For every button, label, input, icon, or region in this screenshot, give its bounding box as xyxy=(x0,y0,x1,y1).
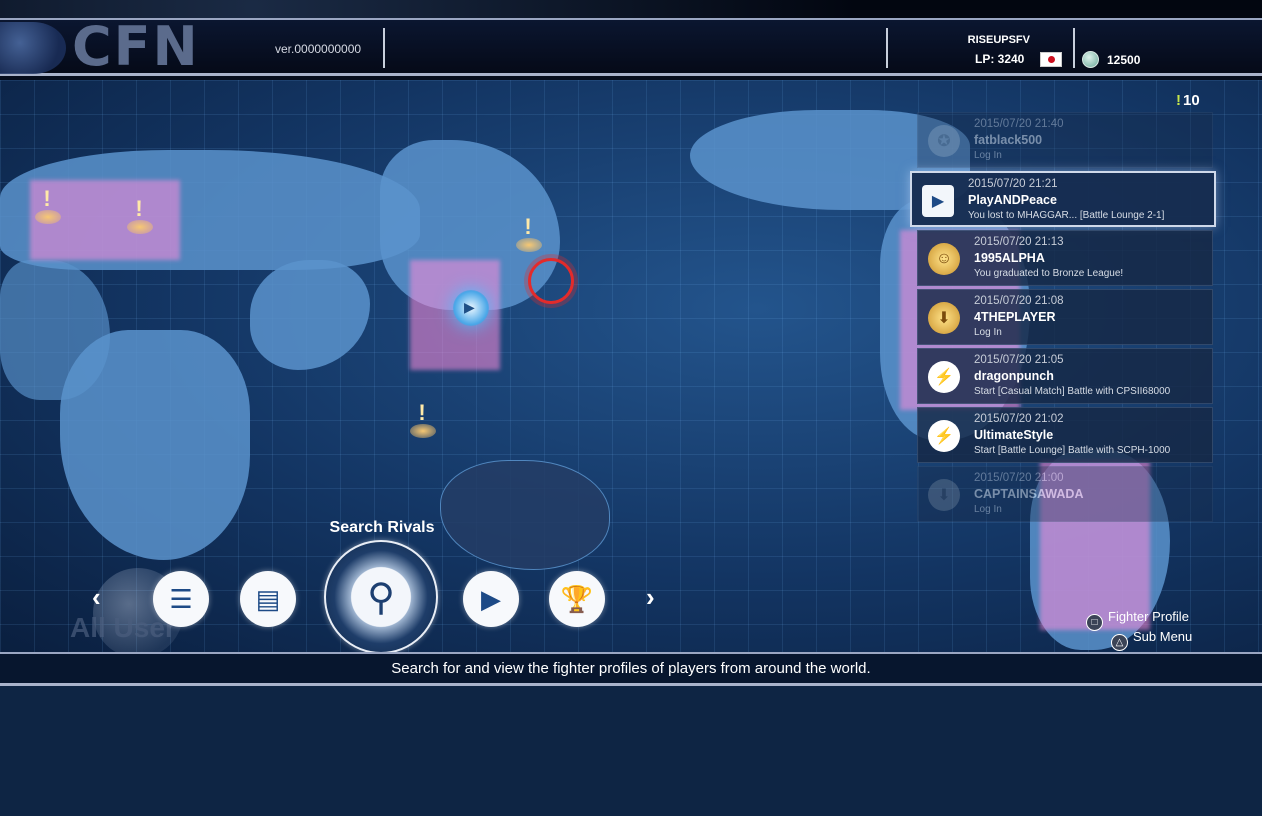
globe-icon xyxy=(0,22,66,74)
feed-message: Log In xyxy=(974,150,1002,161)
header-divider xyxy=(1073,28,1075,68)
replay-marker-icon[interactable]: ▶ xyxy=(453,290,489,326)
username: RISEUPSFV xyxy=(967,34,1030,46)
feed-player-name: CAPTAINSAWADA xyxy=(974,487,1084,501)
profile-card-icon: ▤ xyxy=(255,583,281,614)
battle-icon: ⚡ xyxy=(928,420,960,452)
alert-pin-icon[interactable] xyxy=(410,400,436,438)
lower-panel xyxy=(0,686,1262,816)
fight-money-icon xyxy=(1082,51,1099,68)
triangle-button-icon: △ xyxy=(1111,634,1128,651)
trophy-icon: 🏆 xyxy=(560,583,594,614)
video-icon: ▶ xyxy=(922,185,954,217)
header-bar: CFN ver.0000000000 RISEUPSFV LP: 3240 12… xyxy=(0,0,1262,80)
feed-time: 2015/07/20 21:40 xyxy=(974,118,1064,130)
league-emblem-icon: ☺ xyxy=(928,243,960,275)
alert-icon: ! xyxy=(1176,92,1181,109)
feed-message: Log In xyxy=(974,504,1002,515)
feed-message: You lost to MHAGGAR... [Battle Lounge 2-… xyxy=(968,210,1165,221)
notification-count: ! 10 xyxy=(1176,92,1200,109)
search-icon: ⚲ xyxy=(367,576,395,619)
feed-message: Log In xyxy=(974,327,1002,338)
alert-pin-icon[interactable] xyxy=(127,196,153,234)
version-label: ver.0000000000 xyxy=(275,42,362,56)
alert-pin-icon[interactable] xyxy=(35,186,61,224)
feed-message: Start [Casual Match] Battle with CPSII68… xyxy=(974,386,1171,397)
fight-money-amount: 12500 xyxy=(1107,53,1141,67)
play-icon: ▶ xyxy=(464,299,475,315)
feed-time: 2015/07/20 21:13 xyxy=(974,236,1064,248)
menu-button-trophy[interactable]: 🏆 xyxy=(549,571,605,627)
hint-label: Sub Menu xyxy=(1133,629,1193,644)
hint-label: Fighter Profile xyxy=(1108,609,1189,624)
menu-button-replay[interactable]: ▶ xyxy=(463,571,519,627)
japan-flag-icon xyxy=(1040,52,1062,67)
chevron-left-icon[interactable]: ‹ xyxy=(92,582,101,613)
gray-emblem-icon: ✪ xyxy=(928,125,960,157)
feed-item[interactable]: ⚡ 2015/07/20 21:05 dragonpunch Start [Ca… xyxy=(917,348,1213,404)
replay-video-icon: ▶ xyxy=(481,583,501,614)
feed-time: 2015/07/20 21:00 xyxy=(974,472,1064,484)
menu-button-search-rivals[interactable]: ⚲ xyxy=(324,540,438,654)
square-button-icon: □ xyxy=(1086,614,1103,631)
hint-sub-menu[interactable]: △ Sub Menu xyxy=(1111,629,1192,651)
feed-player-name: dragonpunch xyxy=(974,369,1054,383)
alert-pin-icon[interactable] xyxy=(516,214,542,252)
feed-item[interactable]: ☺ 2015/07/20 21:13 1995ALPHA You graduat… xyxy=(917,230,1213,286)
feed-player-name: 1995ALPHA xyxy=(974,251,1045,265)
feed-item[interactable]: ✪ 2015/07/20 21:40 fatblack500 Log In xyxy=(917,112,1213,168)
header-divider xyxy=(383,28,385,68)
chevron-right-icon[interactable]: › xyxy=(646,582,655,613)
feed-time: 2015/07/20 21:02 xyxy=(974,413,1064,425)
battle-icon: ⚡ xyxy=(928,361,960,393)
description-bar: Search for and view the fighter profiles… xyxy=(0,652,1262,686)
feed-item[interactable]: ⬇ 2015/07/20 21:08 4THEPLAYER Log In xyxy=(917,289,1213,345)
feed-time: 2015/07/20 21:05 xyxy=(974,354,1064,366)
feed-item-selected[interactable]: ▶ 2015/07/20 21:21 PlayANDPeace You lost… xyxy=(910,171,1216,227)
feed-player-name: PlayANDPeace xyxy=(968,193,1057,207)
feed-message: You graduated to Bronze League! xyxy=(974,268,1124,279)
feed-player-name: UltimateStyle xyxy=(974,428,1054,442)
login-emblem-icon: ⬇ xyxy=(928,302,960,334)
clipboard-icon: ☰ xyxy=(169,583,193,614)
feed-item[interactable]: ⚡ 2015/07/20 21:02 UltimateStyle Start [… xyxy=(917,407,1213,463)
activity-feed[interactable]: ✪ 2015/07/20 21:40 fatblack500 Log In ▶ … xyxy=(910,112,1216,525)
menu-selected-title: Search Rivals xyxy=(329,519,435,536)
feed-player-name: 4THEPLAYER xyxy=(974,310,1056,324)
league-points: LP: 3240 xyxy=(975,52,1025,66)
feed-message: Start [Battle Lounge] Battle with SCPH-1… xyxy=(974,445,1171,456)
feed-item[interactable]: ⬇ 2015/07/20 21:00 CAPTAINSAWADA Log In xyxy=(917,466,1213,522)
notification-count-value: 10 xyxy=(1183,92,1200,109)
gray-emblem-icon: ⬇ xyxy=(928,479,960,511)
feed-player-name: fatblack500 xyxy=(974,133,1043,147)
menu-button-clipboard[interactable]: ☰ xyxy=(153,571,209,627)
target-reticle-icon[interactable] xyxy=(528,258,574,304)
cfn-logo: CFN xyxy=(72,15,200,78)
feed-time: 2015/07/20 21:21 xyxy=(968,178,1058,190)
feed-time: 2015/07/20 21:08 xyxy=(974,295,1064,307)
hint-fighter-profile[interactable]: □ Fighter Profile xyxy=(1086,609,1189,631)
header-divider xyxy=(886,28,888,68)
description-text: Search for and view the fighter profiles… xyxy=(391,660,871,677)
menu-button-profile-card[interactable]: ▤ xyxy=(240,571,296,627)
